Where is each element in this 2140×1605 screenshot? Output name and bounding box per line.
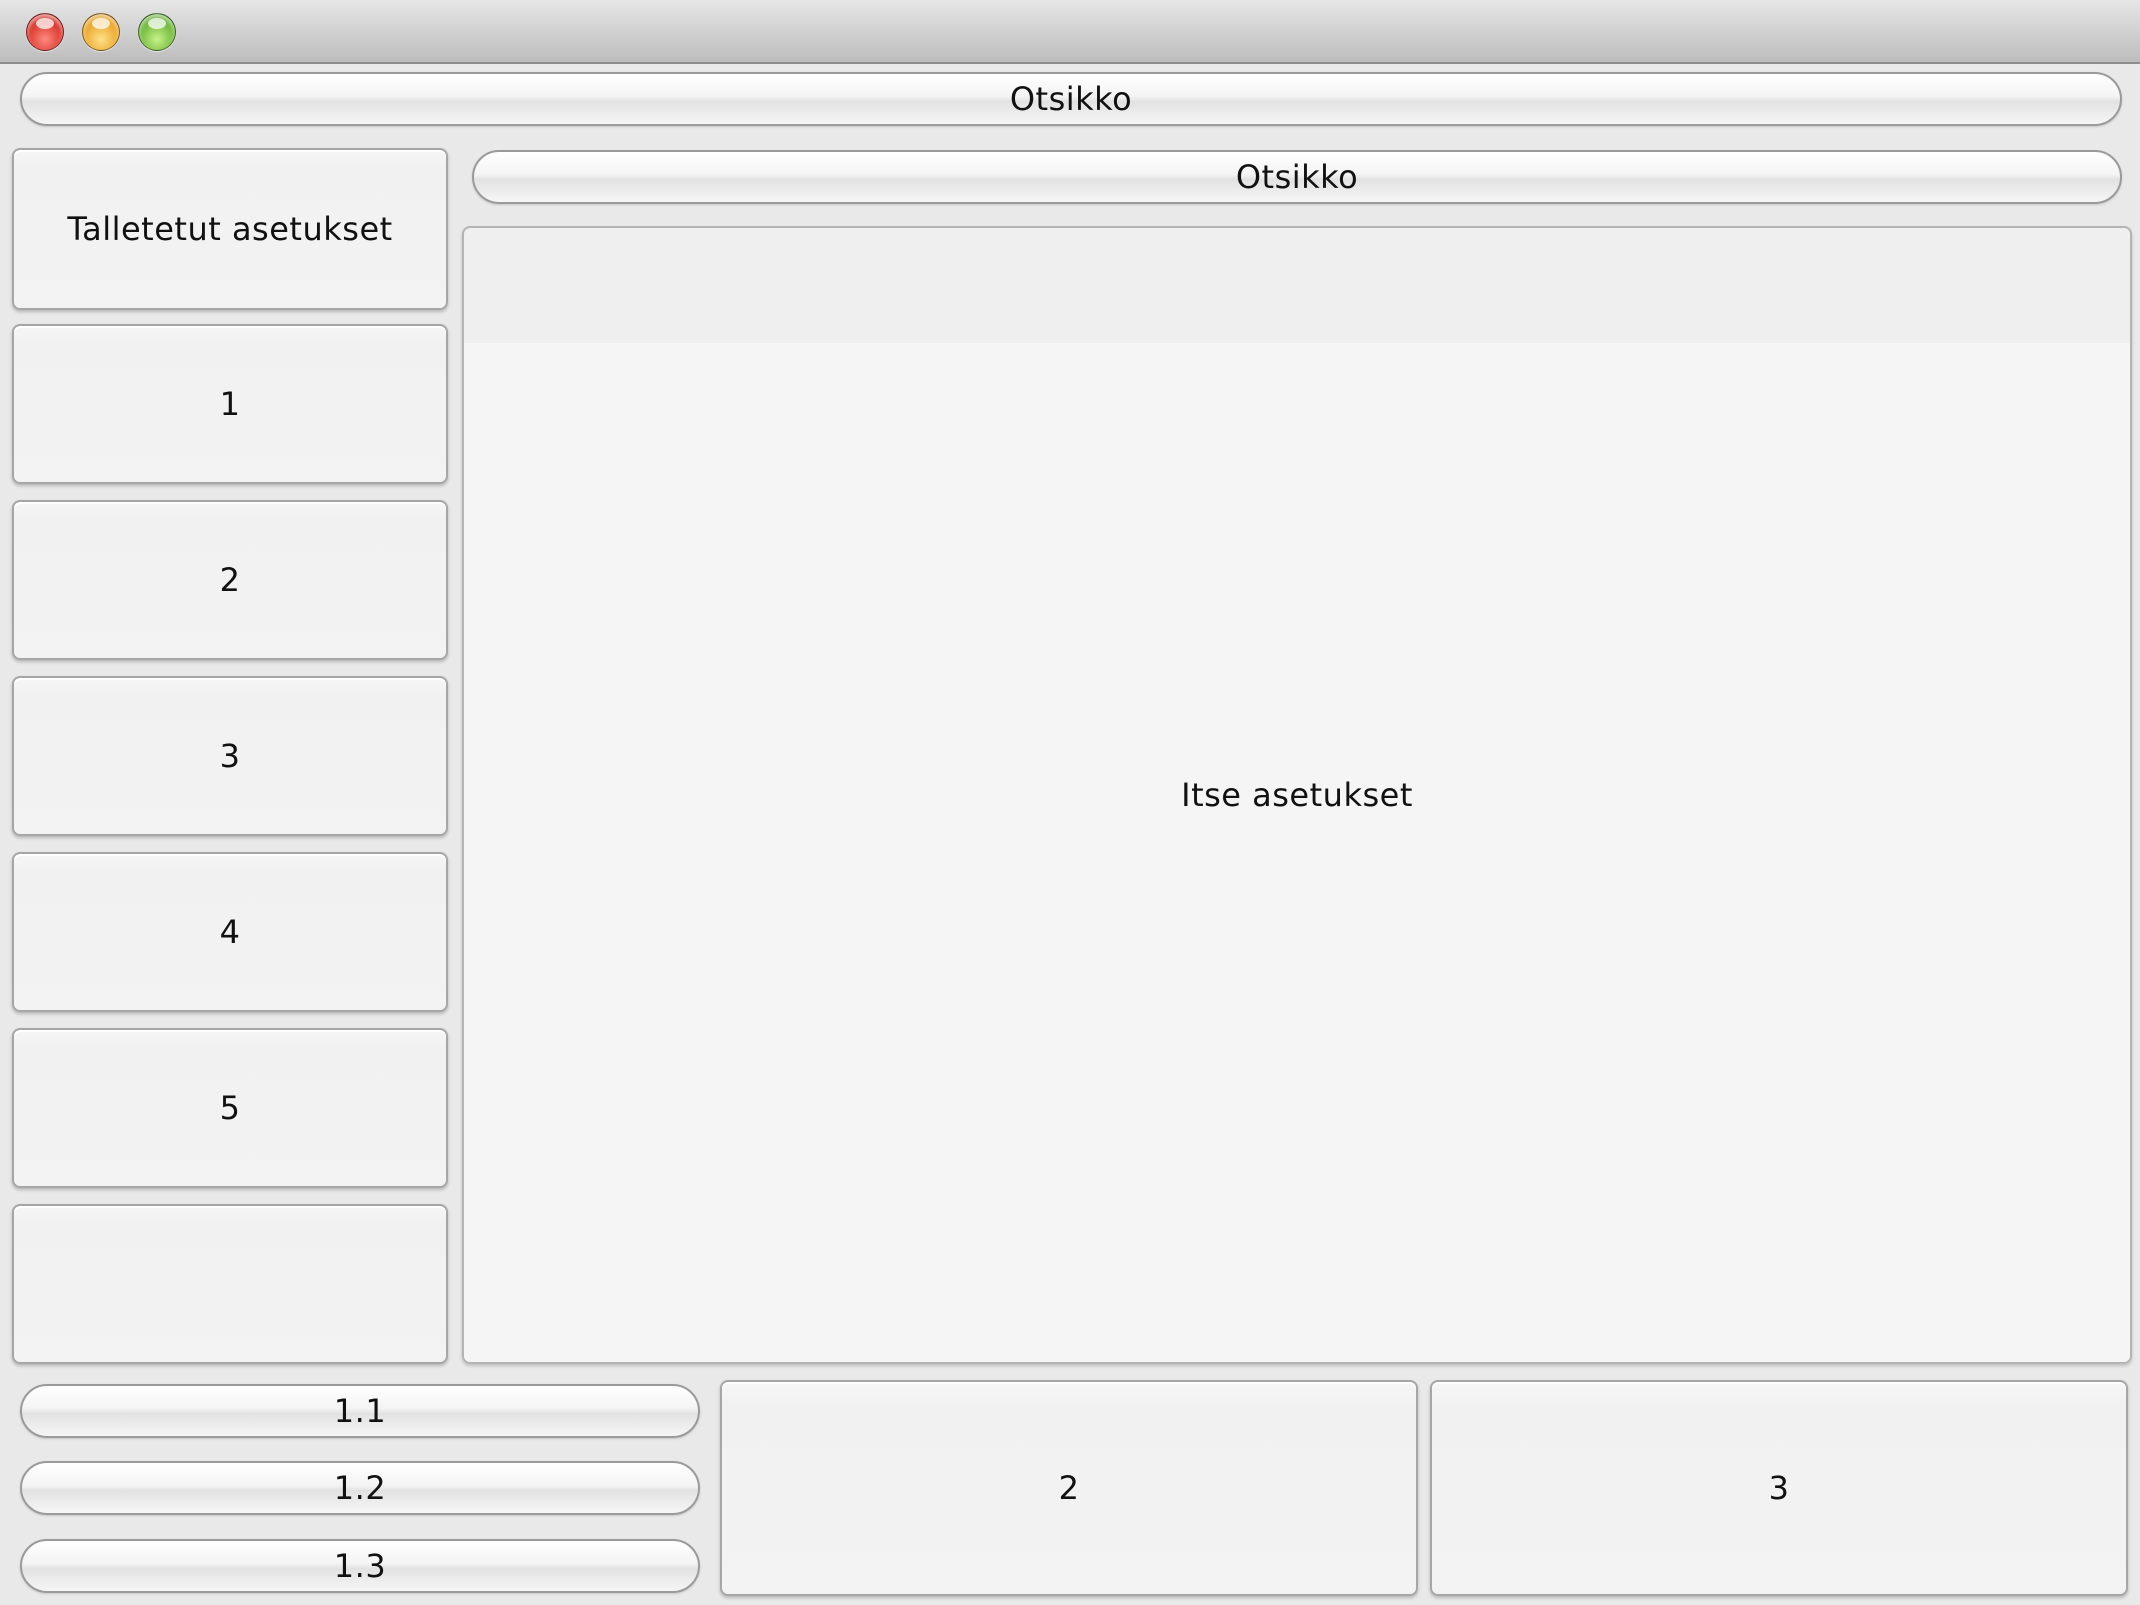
window-content: Otsikko Talletetut asetukset 1 2 3 4 5 O… — [0, 64, 2140, 1605]
sidebar-item-1[interactable]: 1 — [12, 324, 448, 484]
footer-button-3[interactable]: 3 — [1430, 1380, 2128, 1596]
sidebar-item-3[interactable]: 3 — [12, 676, 448, 836]
zoom-window-icon[interactable] — [138, 13, 176, 51]
saved-settings-button[interactable]: Talletetut asetukset — [12, 148, 448, 310]
settings-panel-label: Itse asetukset — [1181, 776, 1413, 814]
top-title-button[interactable]: Otsikko — [20, 72, 2122, 126]
option-1-3-button[interactable]: 1.3 — [20, 1539, 700, 1593]
minimize-window-icon[interactable] — [82, 13, 120, 51]
window-title-bar — [0, 0, 2140, 64]
sidebar-item-2[interactable]: 2 — [12, 500, 448, 660]
option-1-2-button[interactable]: 1.2 — [20, 1461, 700, 1515]
main-title-button[interactable]: Otsikko — [472, 150, 2122, 204]
option-1-1-button[interactable]: 1.1 — [20, 1384, 700, 1438]
sidebar-item-4[interactable]: 4 — [12, 852, 448, 1012]
footer-button-2[interactable]: 2 — [720, 1380, 1418, 1596]
sidebar-item-5[interactable]: 5 — [12, 1028, 448, 1188]
settings-panel: Itse asetukset — [462, 226, 2132, 1364]
close-window-icon[interactable] — [26, 13, 64, 51]
sidebar-item-6[interactable] — [12, 1204, 448, 1364]
